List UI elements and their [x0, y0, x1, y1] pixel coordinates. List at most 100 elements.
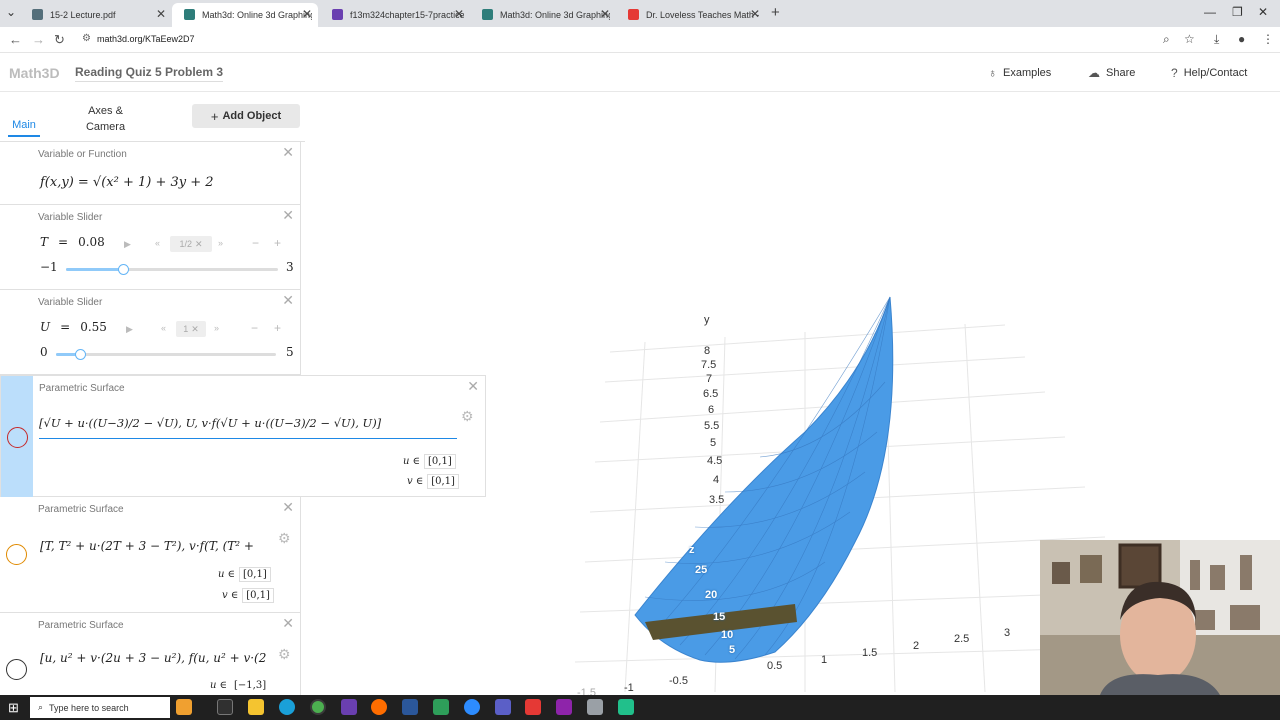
- download-icon[interactable]: ⤓: [1214, 32, 1219, 47]
- decrement-icon[interactable]: −: [251, 321, 258, 335]
- u-domain-value[interactable]: [0,1]: [239, 567, 271, 582]
- v-domain[interactable]: v ∈ [0,1]: [407, 474, 459, 489]
- browser-tab-2[interactable]: Math3d: Online 3d Graphing Ca ✕: [172, 3, 318, 27]
- gear-icon[interactable]: ⚙: [461, 408, 474, 425]
- taskbar-search[interactable]: ⌕ Type here to search: [30, 697, 170, 718]
- share-link[interactable]: ☁ Share: [1088, 66, 1135, 80]
- reload-icon[interactable]: ↻: [54, 32, 65, 48]
- news-widget-icon[interactable]: [176, 699, 192, 715]
- surface-expression-field[interactable]: [√U + u·((U−3)/2 − √U), U, v·f(√U + u·((…: [39, 416, 457, 439]
- bookmark-star-icon[interactable]: ☆: [1184, 32, 1195, 46]
- function-expression[interactable]: f(x,y) = √(x² + 1) + 3y + 2: [40, 175, 214, 190]
- teams-icon[interactable]: [495, 699, 511, 715]
- word-icon[interactable]: [402, 699, 418, 715]
- close-icon[interactable]: ✕: [282, 499, 294, 516]
- u-domain[interactable]: u ∈ [0,1]: [403, 454, 456, 469]
- forward-icon[interactable]: →: [32, 32, 45, 47]
- calculator-icon[interactable]: [587, 699, 603, 715]
- close-icon[interactable]: ✕: [282, 615, 294, 632]
- close-icon[interactable]: ✕: [282, 207, 294, 224]
- file-explorer-icon[interactable]: [248, 699, 264, 715]
- object-card-function[interactable]: Variable or Function ✕ f(x,y) = √(x² + 1…: [0, 142, 301, 205]
- examples-link[interactable]: ♁ Examples: [988, 66, 1051, 80]
- minimize-icon[interactable]: —: [1204, 5, 1216, 19]
- faster-icon[interactable]: »: [214, 323, 219, 333]
- slider-value-field[interactable]: 0.55: [80, 320, 107, 334]
- u-domain-value[interactable]: [0,1]: [424, 454, 456, 469]
- site-info-icon[interactable]: ⚙: [82, 33, 91, 44]
- windows-start-icon[interactable]: ⊞: [8, 700, 19, 716]
- play-icon[interactable]: ▶: [124, 239, 131, 250]
- increment-icon[interactable]: +: [274, 236, 281, 250]
- v-domain[interactable]: v ∈ [0,1]: [222, 588, 274, 603]
- graph-title[interactable]: Reading Quiz 5 Problem 3: [75, 65, 224, 82]
- faster-icon[interactable]: »: [218, 238, 223, 248]
- zoom-icon[interactable]: ⌕: [1163, 32, 1170, 47]
- v-domain-value[interactable]: [0,1]: [242, 588, 274, 603]
- u-domain[interactable]: u ∈ [−1,3]: [210, 679, 269, 692]
- speed-box[interactable]: 1/2 ✕: [170, 236, 212, 252]
- increment-icon[interactable]: +: [274, 321, 281, 335]
- restore-icon[interactable]: ❐: [1232, 5, 1243, 19]
- surface-expression-field[interactable]: [u, u² + v·(2u + 3 − u²), f(u, u² + v·(2: [40, 651, 272, 665]
- profile-icon[interactable]: ●: [1238, 32, 1245, 46]
- tab-search-icon[interactable]: ⌄: [6, 5, 16, 19]
- close-icon[interactable]: ✕: [750, 7, 760, 21]
- geogebra-icon[interactable]: [433, 699, 449, 715]
- slower-icon[interactable]: «: [161, 323, 166, 333]
- slider-min[interactable]: −1: [40, 260, 58, 274]
- object-card-slider-t[interactable]: Variable Slider ✕ T = 0.08 ▶ « 1/2 ✕ » −…: [0, 205, 301, 290]
- object-card-surface-active[interactable]: Parametric Surface ✕ [√U + u·((U−3)/2 − …: [0, 375, 486, 497]
- new-tab-button[interactable]: +: [771, 4, 780, 21]
- green-app-icon[interactable]: [618, 699, 634, 715]
- slower-icon[interactable]: «: [155, 238, 160, 248]
- play-icon[interactable]: ▶: [126, 324, 133, 335]
- zoom-app-icon[interactable]: [464, 699, 480, 715]
- red-app-icon[interactable]: [525, 699, 541, 715]
- slider-max[interactable]: 3: [286, 260, 294, 274]
- object-card-surface-2[interactable]: Parametric Surface ✕ [T, T² + u·(2T + 3 …: [0, 497, 301, 613]
- back-icon[interactable]: ←: [9, 32, 22, 47]
- color-visibility-toggle[interactable]: [7, 427, 28, 448]
- url-field[interactable]: math3d.org/KTaEew2D7: [97, 34, 195, 44]
- decrement-icon[interactable]: −: [252, 236, 259, 250]
- close-icon[interactable]: ✕: [156, 7, 166, 21]
- browser-tab-1[interactable]: 15-2 Lecture.pdf ✕: [20, 3, 172, 27]
- app-logo[interactable]: Math3D: [9, 65, 60, 81]
- close-icon[interactable]: ✕: [302, 7, 312, 21]
- object-card-slider-u[interactable]: Variable Slider ✕ U = 0.55 ▶ « 1 ✕ » − +…: [0, 290, 301, 375]
- task-view-icon[interactable]: [217, 699, 233, 715]
- slider-max[interactable]: 5: [286, 345, 294, 359]
- window-close-icon[interactable]: ✕: [1258, 5, 1268, 19]
- surface-expression-field[interactable]: [T, T² + u·(2T + 3 − T²), v·f(T, (T² +: [40, 539, 272, 553]
- tab-axes-camera[interactable]: Axes & Camera: [78, 103, 133, 135]
- close-icon[interactable]: ✕: [454, 7, 464, 21]
- browser-tab-4[interactable]: Math3d: Online 3d Graphing Ca ✕: [470, 3, 616, 27]
- gear-icon[interactable]: ⚙: [278, 646, 291, 663]
- close-icon[interactable]: ✕: [282, 144, 294, 161]
- slider-track[interactable]: [66, 264, 278, 275]
- browser-tab-5[interactable]: Dr. Loveless Teaches Math - Yo ✕: [616, 3, 766, 27]
- menu-icon[interactable]: ⋮: [1262, 32, 1274, 46]
- slider-min[interactable]: 0: [40, 345, 48, 359]
- edge-icon[interactable]: [279, 699, 295, 715]
- slider-thumb[interactable]: [118, 264, 130, 275]
- color-visibility-toggle[interactable]: [6, 544, 27, 565]
- w-app-icon[interactable]: [341, 699, 357, 715]
- slider-track[interactable]: [56, 349, 276, 360]
- add-object-button[interactable]: + Add Object: [192, 104, 300, 128]
- slider-thumb[interactable]: [75, 349, 87, 360]
- close-icon[interactable]: ✕: [282, 292, 294, 309]
- u-domain-value[interactable]: [−1,3]: [231, 679, 269, 692]
- object-card-surface-3[interactable]: Parametric Surface ✕ [u, u² + v·(2u + 3 …: [0, 613, 301, 695]
- color-visibility-toggle[interactable]: [6, 659, 27, 680]
- help-link[interactable]: ? Help/Contact: [1171, 66, 1247, 80]
- onenote-icon[interactable]: [556, 699, 572, 715]
- speed-box[interactable]: 1 ✕: [176, 321, 206, 337]
- tab-main[interactable]: Main: [8, 119, 40, 137]
- gear-icon[interactable]: ⚙: [278, 530, 291, 547]
- chrome-icon[interactable]: [310, 699, 326, 715]
- slider-value-field[interactable]: 0.08: [78, 235, 105, 249]
- v-domain-value[interactable]: [0,1]: [427, 474, 459, 489]
- firefox-icon[interactable]: [371, 699, 387, 715]
